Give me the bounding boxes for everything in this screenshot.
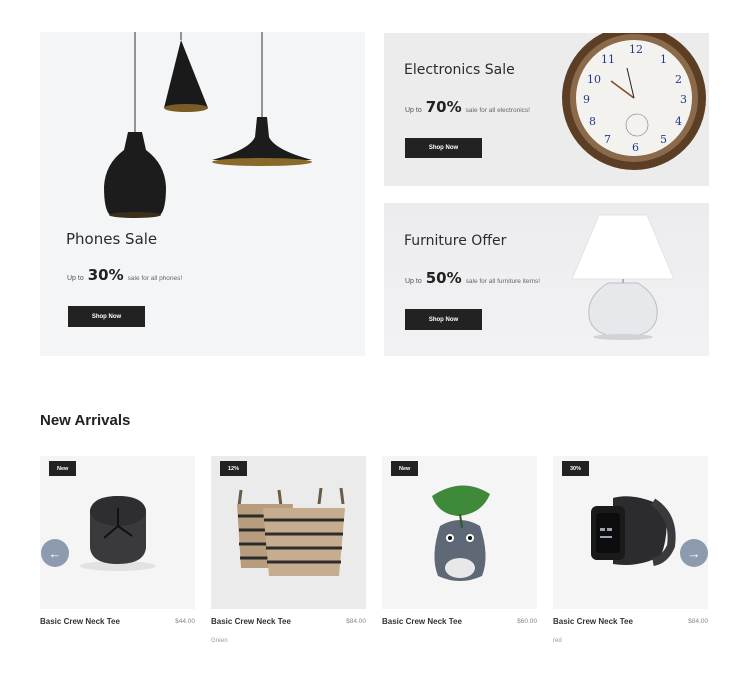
product-variant: red [553,638,562,644]
basket-icon [237,487,345,576]
product-name[interactable]: Basic Crew Neck Tee [40,617,120,626]
shop-now-button[interactable]: Shop Now [405,138,482,158]
svg-text:4: 4 [675,115,682,128]
discount-percent: 30% [87,266,124,284]
up-to-label: Up to [67,275,84,282]
svg-text:11: 11 [601,53,615,66]
promo-line: Up to 50% sale for all furniture items! [405,269,540,287]
furniture-offer-banner[interactable]: Furniture Offer Up to 50% sale for all f… [384,203,709,356]
carousel-next-button[interactable]: → [680,539,708,567]
svg-text:3: 3 [680,93,687,106]
arrow-left-icon: ← [48,545,62,561]
svg-text:7: 7 [604,133,611,146]
up-to-label: Up to [405,278,422,285]
product-badge: 30% [562,461,590,476]
svg-text:10: 10 [587,73,601,86]
plush-toy-icon [432,485,490,581]
product-price: $60.00 [517,618,537,625]
product-card[interactable]: New Basic Crew Neck Tee $60.00 [382,456,537,648]
section-title: New Arrivals [40,412,131,429]
product-name[interactable]: Basic Crew Neck Tee [211,617,291,626]
banner-title: Furniture Offer [404,233,507,249]
product-price: $44.00 [175,618,195,625]
shop-now-button[interactable]: Shop Now [68,306,145,327]
product-name[interactable]: Basic Crew Neck Tee [382,617,462,626]
product-image[interactable]: 30% [553,456,708,609]
promo-description: sale for all furniture items! [465,278,541,285]
up-to-label: Up to [405,107,422,114]
promo-line: Up to 30% sale for all phones! [67,266,182,284]
product-image[interactable]: 12% [211,456,366,609]
product-badge: New [391,461,419,476]
clock-icon [80,496,156,571]
product-variant: Green [211,638,228,644]
product-image[interactable]: New [382,456,537,609]
svg-text:5: 5 [660,133,667,146]
product-price: $84.00 [346,618,366,625]
phones-sale-banner[interactable]: Phones Sale Up to 30% sale for all phone… [40,32,365,356]
promo-description: sale for all phones! [127,275,183,282]
svg-text:1: 1 [660,53,667,66]
arrow-right-icon: → [687,545,701,561]
smartwatch-icon [591,496,676,566]
svg-text:2: 2 [675,73,682,86]
promo-description: sale for all electronics! [465,107,530,114]
svg-text:6: 6 [632,141,639,154]
carousel-prev-button[interactable]: ← [41,539,69,567]
shop-now-button[interactable]: Shop Now [405,309,482,330]
product-price: $84.00 [688,618,708,625]
banner-title: Phones Sale [66,230,158,248]
svg-text:9: 9 [583,93,590,106]
discount-percent: 70% [425,98,462,116]
product-name[interactable]: Basic Crew Neck Tee [553,617,633,626]
product-badge: New [49,461,77,476]
product-badge: 12% [220,461,248,476]
discount-percent: 50% [425,269,462,287]
product-image[interactable]: New [40,456,195,609]
banner-title: Electronics Sale [404,62,515,78]
svg-text:8: 8 [589,115,596,128]
svg-text:12: 12 [629,43,643,56]
electronics-sale-banner[interactable]: 12 1 2 3 45 6 78 9 10 11 Electronics Sale Up t… [384,33,709,186]
wall-clock-image: 12 12 3 45 6 78 9 1011 [562,33,706,170]
product-card[interactable]: 12% Basic Crew Neck Tee $84.00 Green [211,456,366,648]
table-lamp-image [571,214,675,340]
pendant-lamps-image [104,32,312,218]
promo-line: Up to 70% sale for all electronics! [405,98,530,116]
